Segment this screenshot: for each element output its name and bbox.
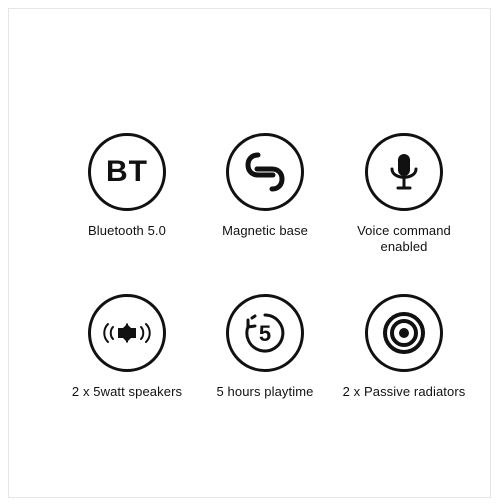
feature-label: 2 x 5watt speakers [71, 384, 183, 399]
feature-playtime: 5 5 hours playtime [195, 294, 335, 400]
feature-label: Bluetooth 5.0 [88, 223, 166, 238]
passive-radiator-icon [365, 294, 443, 372]
feature-card: BT Bluetooth 5.0 Magnetic base Voice com… [8, 8, 491, 498]
feature-passive-radiators: 2 x Passive radiators [334, 294, 474, 400]
playtime-icon-number: 5 [259, 321, 271, 346]
feature-label: Magnetic base [222, 223, 308, 238]
feature-bluetooth: BT Bluetooth 5.0 [57, 133, 197, 239]
feature-label: 2 x Passive radiators [342, 384, 466, 399]
speakers-icon [88, 294, 166, 372]
magnet-icon [226, 133, 304, 211]
microphone-icon [365, 133, 443, 211]
bluetooth-icon-text: BT [106, 155, 148, 188]
feature-label: 5 hours playtime [216, 384, 314, 399]
feature-voice-command: Voice command enabled [334, 133, 474, 255]
feature-speakers: 2 x 5watt speakers [57, 294, 197, 400]
feature-label: Voice command enabled [357, 223, 451, 254]
playtime-icon: 5 [226, 294, 304, 372]
feature-magnetic-base: Magnetic base [195, 133, 335, 239]
bluetooth-icon: BT [88, 133, 166, 211]
